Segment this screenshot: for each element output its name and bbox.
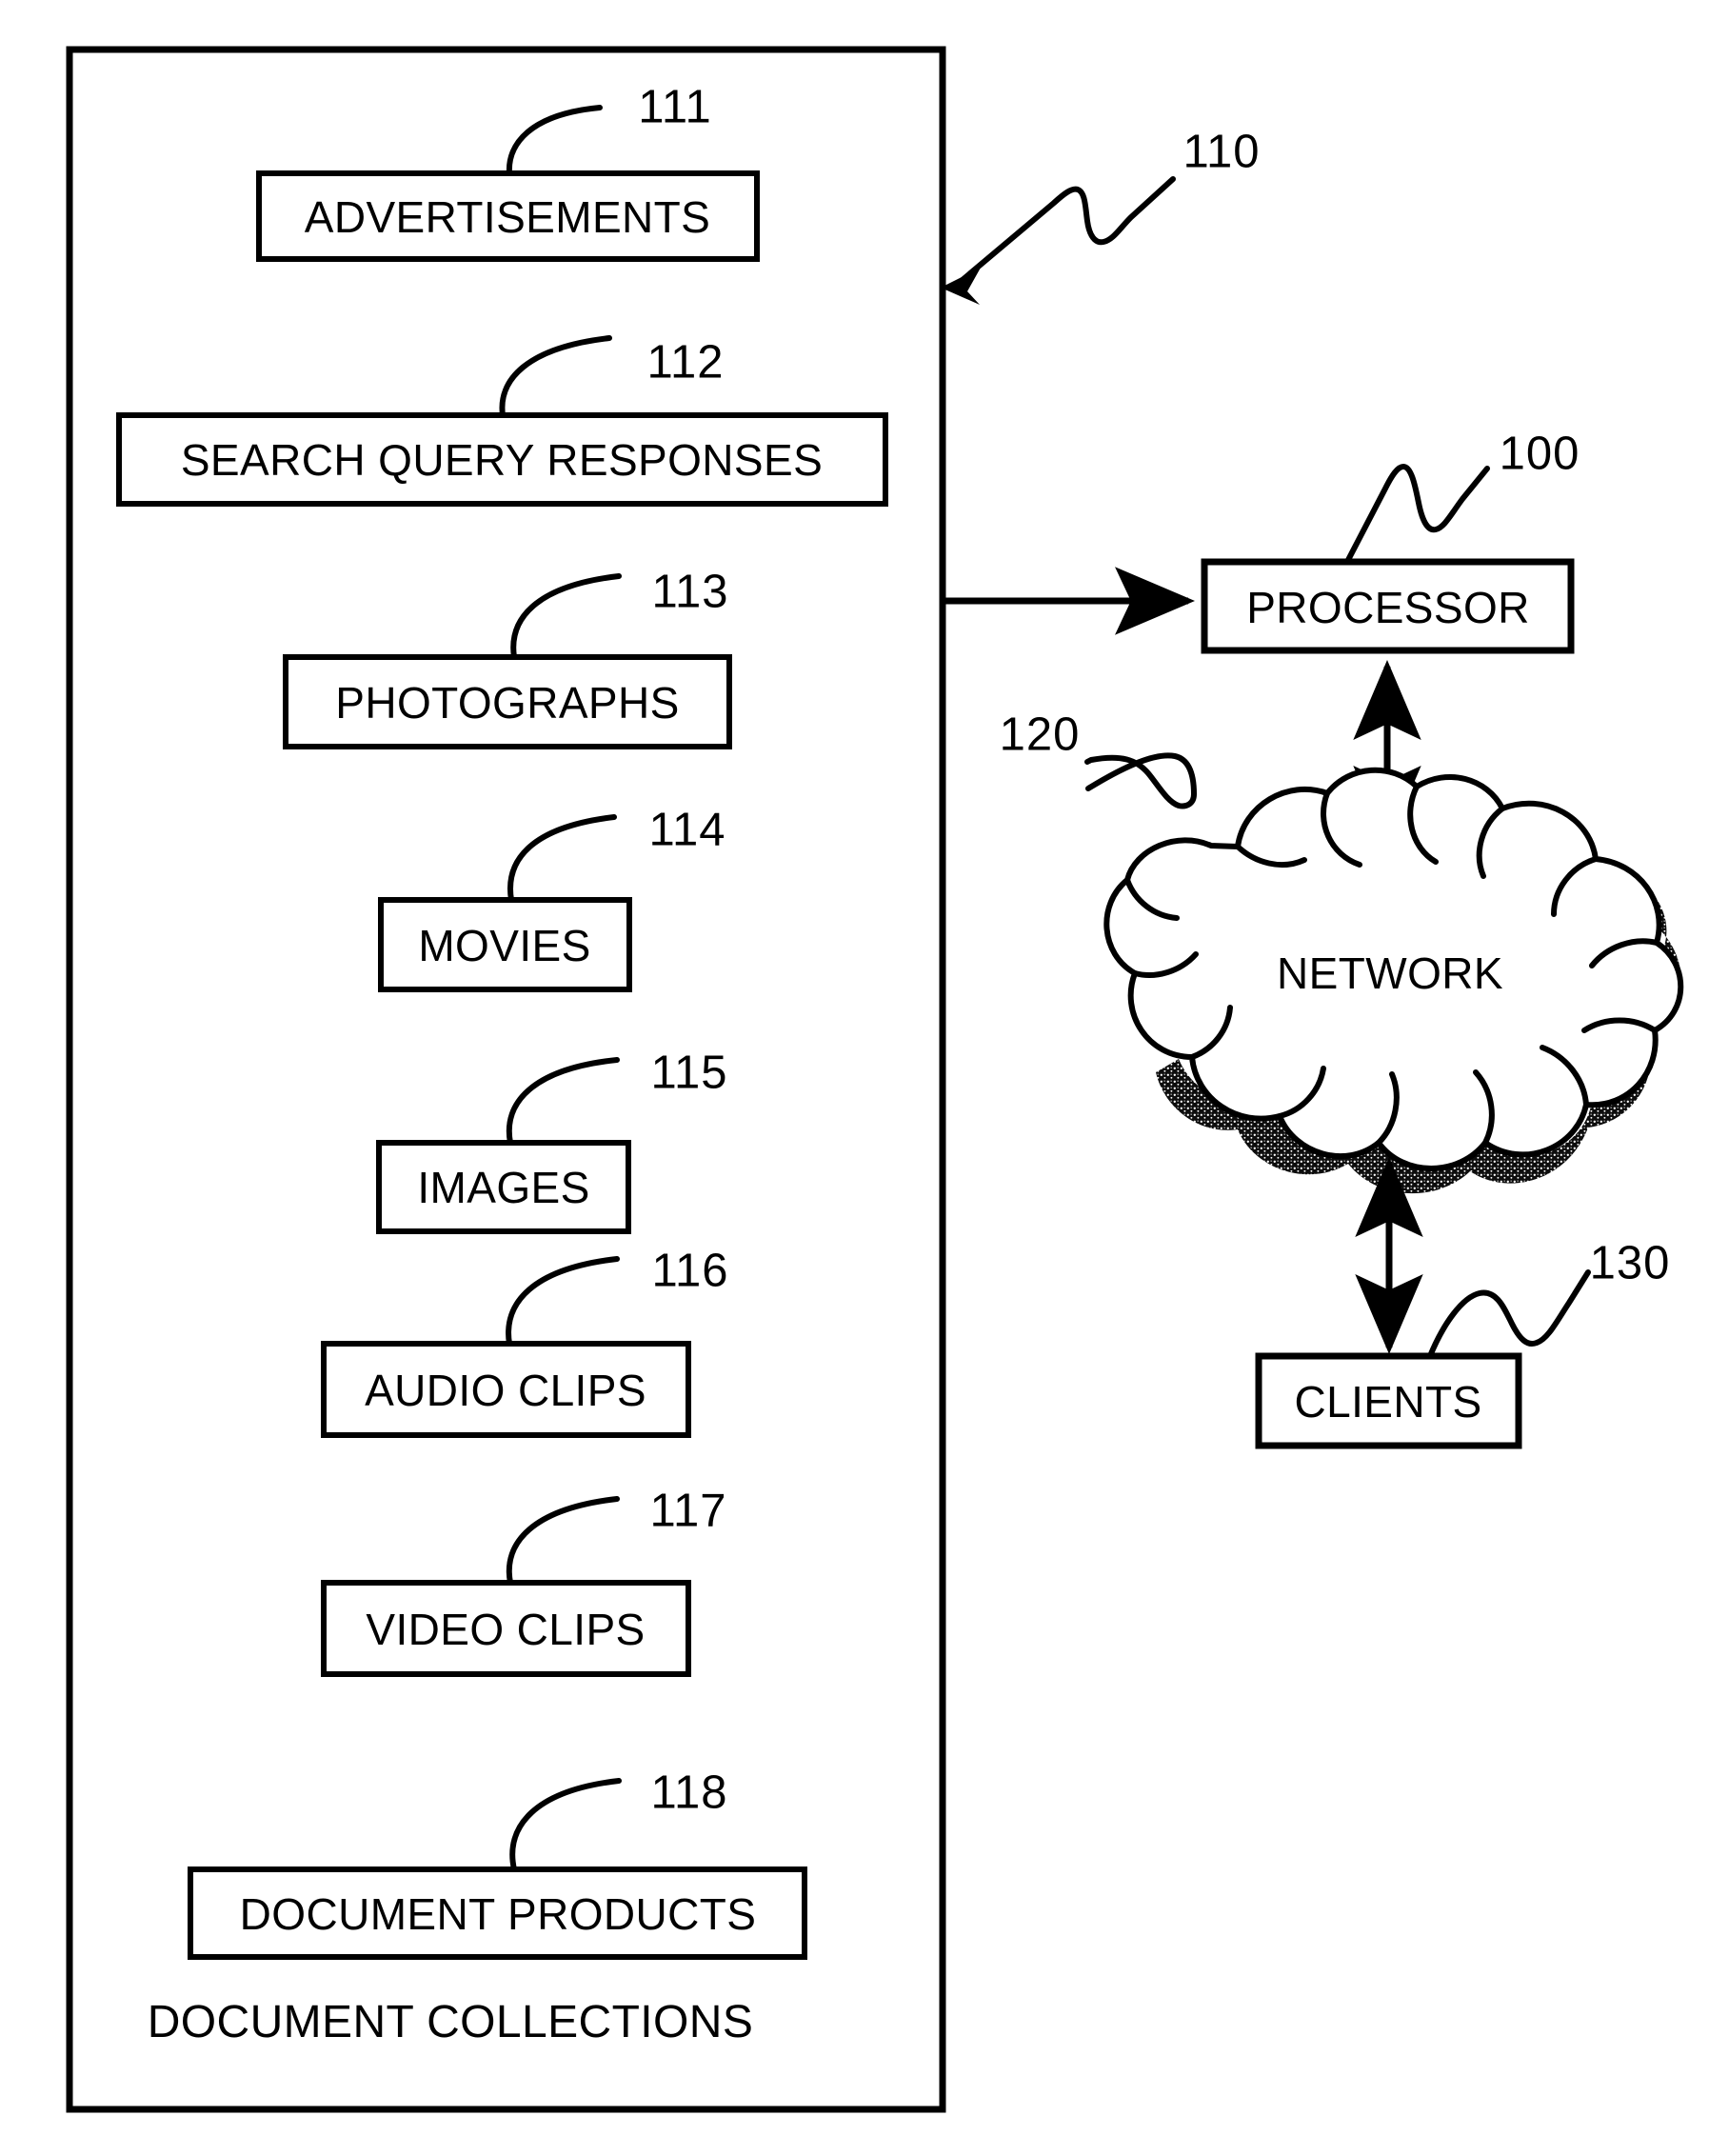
leader-112 — [499, 335, 612, 418]
audio-clips-box-label: AUDIO CLIPS — [365, 1366, 646, 1415]
leader-118 — [509, 1778, 622, 1872]
reference-numeral-115: 115 — [650, 1047, 728, 1099]
reference-numeral-113: 113 — [651, 566, 729, 618]
leader-130-squiggle — [1427, 1269, 1591, 1359]
patent-figure: ADVERTISEMENTS SEARCH QUERY RESPONSES PH… — [0, 0, 1729, 2156]
reference-numeral-116: 116 — [651, 1245, 729, 1297]
movies-box-label: MOVIES — [418, 921, 591, 970]
document-collections-caption: DOCUMENT COLLECTIONS — [147, 1997, 754, 2047]
search-query-responses-box-label: SEARCH QUERY RESPONSES — [180, 435, 824, 485]
leader-100-squiggle — [1345, 463, 1490, 563]
reference-numeral-114: 114 — [648, 804, 726, 856]
leader-120-squiggle — [1084, 752, 1198, 809]
reference-numeral-110: 110 — [1182, 126, 1261, 178]
reference-numeral-112: 112 — [646, 336, 725, 389]
photographs-box-label: PHOTOGRAPHS — [335, 678, 680, 728]
leader-111 — [506, 105, 603, 176]
reference-numeral-117: 117 — [649, 1485, 727, 1537]
leader-115 — [506, 1057, 620, 1146]
reference-numeral-120: 120 — [999, 709, 1081, 761]
leader-113 — [510, 573, 622, 660]
processor-box-label: PROCESSOR — [1246, 583, 1530, 632]
leader-116 — [506, 1256, 620, 1347]
reference-numeral-118: 118 — [650, 1767, 728, 1819]
network-cloud-label: NETWORK — [1277, 948, 1503, 998]
leader-117 — [506, 1496, 620, 1586]
reference-numeral-100: 100 — [1499, 428, 1580, 480]
document-products-box-label: DOCUMENT PRODUCTS — [239, 1889, 757, 1939]
clients-box-label: CLIENTS — [1294, 1377, 1482, 1427]
document-collections-container-outline — [66, 46, 946, 2113]
figure-line-art — [66, 46, 1684, 2113]
reference-numeral-130: 130 — [1589, 1237, 1671, 1289]
reference-numeral-111: 111 — [638, 81, 712, 133]
images-box-label: IMAGES — [417, 1163, 590, 1212]
video-clips-box-label: VIDEO CLIPS — [366, 1605, 646, 1654]
advertisements-box-label: ADVERTISEMENTS — [304, 192, 711, 242]
leader-110-squiggle — [955, 176, 1176, 287]
leader-114 — [507, 814, 617, 903]
arrowhead-110 — [941, 268, 981, 305]
